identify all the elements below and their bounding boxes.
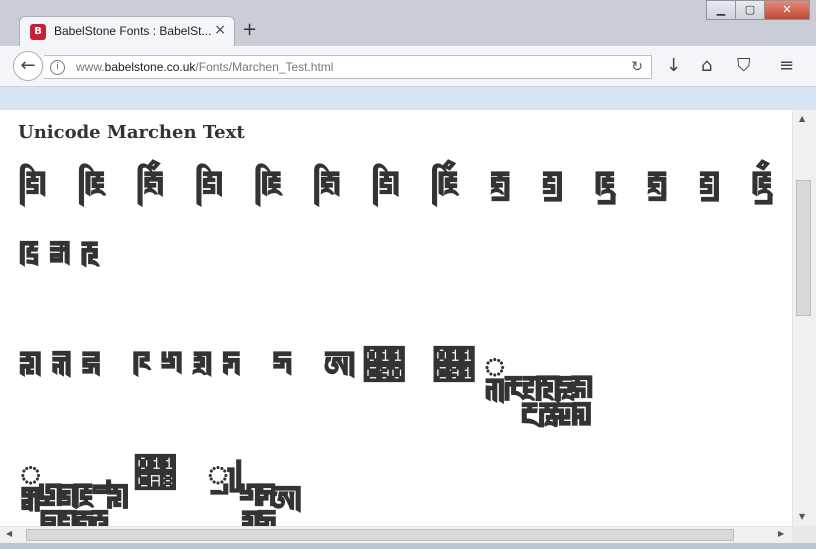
navigation-toolbar: ← i www.babelstone.co.uk/Fonts/Marchen_T… — [0, 46, 816, 87]
maximize-button[interactable]: ▢ — [735, 0, 765, 20]
toolbar-extension-strip — [0, 87, 816, 110]
marchen-text-line: 𑲜𑲝 𑲞𑲟 𑲠𑲡 𑲢𑲣𑲤 𑲥𑲦 𑲧𑲨 𑲩𑲪 𑲫𑲬 𑲭𑲮 𑲯 — [18, 451, 302, 497]
url-path: /Fonts/Marchen_Test.html — [195, 60, 334, 74]
page-content: Unicode Marchen Text 𑲁𑲱 𑲂𑲱 𑲃𑲱𑲵 𑲁𑲱 𑲂𑲱 𑲃𑲱 … — [0, 110, 792, 526]
menu-icon[interactable]: ≡ — [779, 56, 794, 76]
url-bar[interactable]: i www.babelstone.co.uk/Fonts/Marchen_Tes… — [44, 55, 652, 79]
new-tab-button[interactable]: + — [242, 20, 257, 40]
title-bar: B BabelStone Fonts : BabelSt... × + ▁ ▢ … — [0, 0, 816, 46]
page-heading: Unicode Marchen Text — [18, 122, 245, 143]
site-info-icon[interactable]: i — [50, 60, 65, 75]
marchen-text-line: 𑲁𑲱 𑲂𑲱 𑲃𑲱𑲵 𑲁𑲱 𑲂𑲱 𑲃𑲱 𑲁𑲱 𑲂𑲱𑲵 𑲃𑲲 𑲁𑲲 𑲂𑲲 𑲃𑲲 𑲁𑲲… — [18, 163, 781, 209]
window-bottom-border — [0, 543, 816, 549]
home-icon[interactable]: ⌂ — [701, 56, 712, 76]
url-prefix: www. — [76, 60, 105, 74]
scroll-right-icon[interactable]: ▶ — [778, 529, 784, 538]
url-domain: babelstone.co.uk — [104, 60, 196, 74]
scroll-up-icon[interactable]: ▲ — [799, 114, 805, 123]
window-controls: ▁ ▢ ✕ — [706, 0, 810, 20]
reload-icon[interactable]: ↻ — [631, 59, 643, 75]
scrollbar-corner — [792, 526, 816, 543]
browser-tab[interactable]: B BabelStone Fonts : BabelSt... × — [19, 16, 235, 46]
scroll-down-icon[interactable]: ▼ — [799, 512, 805, 521]
url-text[interactable]: www.babelstone.co.uk/Fonts/Marchen_Test.… — [76, 60, 333, 74]
babelstone-favicon-icon: B — [30, 24, 46, 40]
download-icon[interactable]: ↓ — [666, 56, 681, 76]
tab-close-icon[interactable]: × — [214, 22, 226, 38]
minimize-button[interactable]: ▁ — [706, 0, 736, 20]
horizontal-scrollbar[interactable]: ◀ ▶ — [0, 526, 792, 543]
marchen-text-line: 𑲇𑲈𑲉 𑲊𑲋𑲌𑲍 𑲎 𑲏𑲐 𑲑𑲒 𑲓 𑲔𑲕 𑲖𑲗 𑲘𑲙 𑲚𑲛 — [18, 343, 600, 389]
marchen-text-line: 𑲄𑲅𑲆 — [18, 233, 108, 279]
vertical-scroll-thumb[interactable] — [796, 180, 811, 316]
back-button[interactable]: ← — [13, 51, 43, 81]
close-window-button[interactable]: ✕ — [764, 0, 810, 20]
vertical-scrollbar[interactable]: ▲ ▼ — [792, 110, 816, 526]
scroll-left-icon[interactable]: ◀ — [6, 529, 12, 538]
pocket-icon[interactable]: ⛉ — [737, 56, 751, 76]
horizontal-scroll-thumb[interactable] — [26, 529, 734, 541]
tab-title: BabelStone Fonts : BabelSt... — [54, 24, 212, 38]
